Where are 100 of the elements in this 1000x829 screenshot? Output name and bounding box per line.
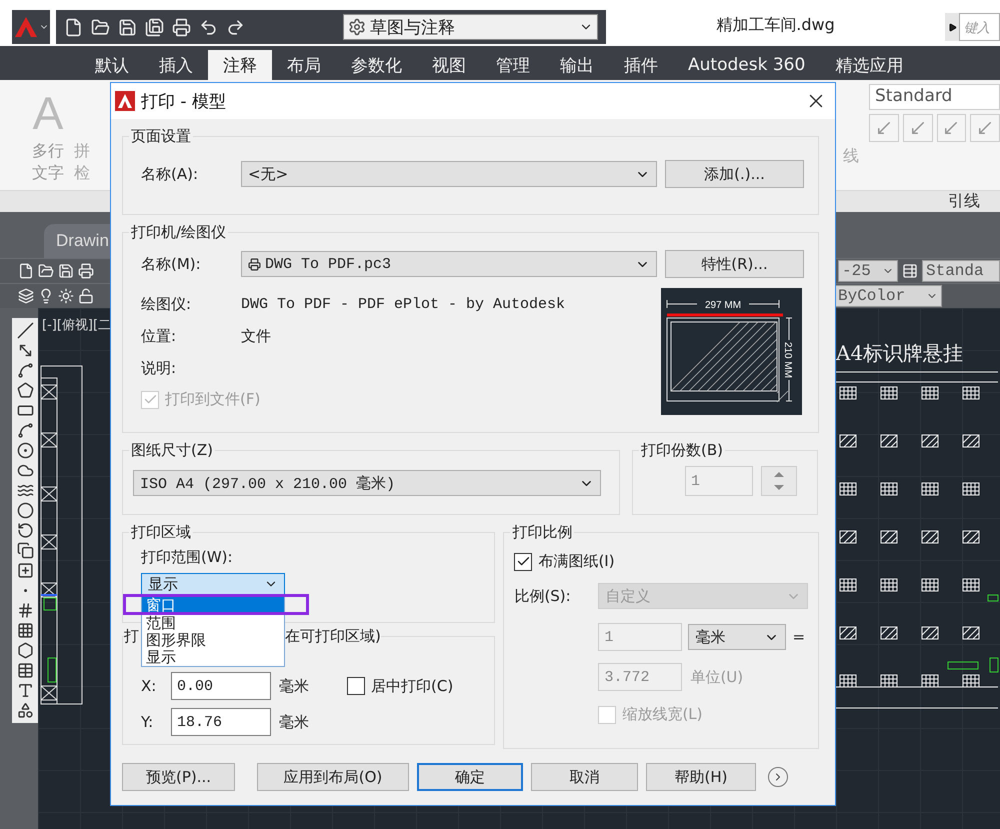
ribbon-tab[interactable]: 管理: [481, 50, 545, 80]
field-label: X:: [141, 677, 158, 695]
pentagon-icon[interactable]: [16, 382, 34, 399]
expand-button[interactable]: [768, 767, 788, 787]
play-icon[interactable]: [945, 13, 959, 41]
window-title: 精加工车间.dwg: [715, 15, 836, 36]
paper-preview-drawing: 297 MM 210 MM: [661, 288, 802, 415]
app-logo-icon: [115, 91, 135, 111]
curve-icon[interactable]: [16, 422, 34, 439]
printer-dropdown[interactable]: DWG To PDF.pc3: [241, 251, 657, 277]
circle-icon[interactable]: [16, 442, 34, 459]
new-file-icon[interactable]: [64, 18, 83, 36]
add-button[interactable]: 添加(.)...: [665, 160, 804, 188]
ribbon-tab[interactable]: 插入: [144, 50, 208, 80]
grid-icon[interactable]: [16, 622, 34, 639]
ribbon-tab[interactable]: 输出: [545, 50, 609, 80]
print-to-file-label: 打印到文件(F): [165, 390, 260, 409]
ribbon-tab[interactable]: 精选应用: [820, 50, 918, 80]
wave-icon[interactable]: [16, 482, 34, 499]
x-offset-field[interactable]: 0.00: [171, 672, 271, 700]
dropdown-option[interactable]: 图形界限: [142, 632, 284, 649]
dialog-title: 打印 - 模型: [141, 90, 227, 112]
unlock-icon[interactable]: [78, 288, 94, 304]
printer-icon: [248, 258, 261, 270]
table-style-dropdown[interactable]: Standa: [922, 260, 1000, 282]
info-value: DWG To PDF - PDF ePlot - by Autodesk: [241, 296, 566, 312]
table-style-icon[interactable]: [902, 263, 918, 279]
folder-icon[interactable]: [38, 263, 54, 279]
scale-lineweights-label: 缩放线宽(L): [622, 705, 702, 724]
field-label: 比例(S):: [514, 586, 572, 606]
panel-title: 引线: [948, 191, 980, 212]
ribbon-tab[interactable]: 插件: [609, 50, 673, 80]
dim-style-dropdown[interactable]: -25: [838, 260, 898, 282]
print-icon[interactable]: [172, 18, 191, 36]
ribbon-tab[interactable]: Autodesk 360: [673, 50, 820, 80]
spinner-arrows-icon[interactable]: [761, 466, 797, 496]
circle-icon[interactable]: [16, 502, 34, 519]
table-icon[interactable]: [16, 662, 34, 679]
dialog-button[interactable]: 应用到布局(O): [257, 763, 409, 791]
square-plus-icon[interactable]: [16, 562, 34, 579]
ribbon-tab[interactable]: 布局: [272, 50, 336, 80]
hexagon-icon[interactable]: [16, 642, 34, 659]
dialog-button[interactable]: 帮助(H): [646, 763, 756, 791]
plot-range-dropdown[interactable]: 显示: [141, 573, 285, 595]
gear-icon: [348, 18, 366, 36]
save-icon[interactable]: [118, 18, 137, 36]
section-title: 页面设置: [130, 127, 192, 146]
text-icon[interactable]: [16, 682, 34, 699]
shapes-icon[interactable]: [16, 702, 34, 719]
undo-icon[interactable]: [199, 18, 218, 36]
cloud-icon[interactable]: [16, 462, 34, 479]
folder-icon[interactable]: [91, 18, 110, 36]
new-file-icon[interactable]: [18, 263, 34, 279]
center-plot-checkbox[interactable]: [347, 677, 365, 695]
ribbon-tab[interactable]: 参数化: [336, 50, 417, 80]
info-value: 文件: [241, 328, 271, 346]
line-icon[interactable]: [16, 322, 34, 339]
section-title: 打印份数(B): [640, 441, 724, 460]
hash-icon[interactable]: [16, 602, 34, 619]
dropdown-option[interactable]: 范围: [142, 615, 284, 632]
search-field[interactable]: 键入: [959, 13, 1000, 41]
dialog-button[interactable]: 预览(P)...: [122, 763, 235, 791]
fit-to-paper-label: 布满图纸(I): [538, 552, 615, 571]
info-label: 说明:: [141, 358, 178, 378]
print-icon[interactable]: [78, 263, 94, 279]
section-title: 打印区域: [130, 523, 192, 542]
drawing-title: A4标识牌悬挂: [836, 340, 964, 367]
y-offset-field[interactable]: 18.76: [171, 708, 271, 736]
field-label: 打印范围(W):: [141, 548, 234, 567]
dialog-button[interactable]: 取消: [531, 763, 638, 791]
section-title: 图纸尺寸(Z): [130, 441, 214, 460]
logo-icon: [14, 16, 38, 38]
sun-icon[interactable]: [58, 288, 74, 304]
center-plot-label: 居中打印(C): [371, 676, 454, 696]
section-title: 打: [124, 627, 139, 646]
info-label: 绘图仪:: [141, 294, 192, 314]
dialog-button[interactable]: 确定: [417, 763, 523, 791]
ribbon-tab[interactable]: 视图: [417, 50, 481, 80]
redo-icon[interactable]: [226, 18, 245, 36]
ribbon-tab[interactable]: 注释: [208, 50, 272, 80]
ribbon-tab[interactable]: 默认: [80, 50, 144, 80]
properties-button[interactable]: 特性(R)...: [665, 250, 804, 278]
section-title: 在可打印区域): [285, 627, 381, 646]
page-setup-dropdown[interactable]: <无>: [241, 161, 657, 187]
curve-icon[interactable]: [16, 362, 34, 379]
paper-size-dropdown[interactable]: ISO A4 (297.00 x 210.00 毫米): [133, 470, 601, 496]
dropdown-option[interactable]: 显示: [142, 649, 284, 666]
rotate-arrow-icon[interactable]: [16, 522, 34, 539]
leader-style-field[interactable]: Standard: [869, 84, 1000, 110]
field-label: 单位(U): [690, 668, 744, 686]
field-label: Y:: [141, 713, 154, 731]
field-label: 名称(M):: [141, 254, 202, 274]
layers-icon[interactable]: [18, 288, 34, 304]
unit-label: 毫米: [279, 676, 310, 696]
viewport-label[interactable]: [-][俯视][二: [42, 316, 112, 334]
save-as-icon[interactable]: [145, 18, 164, 36]
copy-icon[interactable]: [16, 542, 34, 559]
workspace-dropdown[interactable]: 草图与注释: [343, 14, 598, 40]
save-icon[interactable]: [58, 263, 74, 279]
plot-color-dropdown[interactable]: ByColor: [834, 285, 942, 307]
